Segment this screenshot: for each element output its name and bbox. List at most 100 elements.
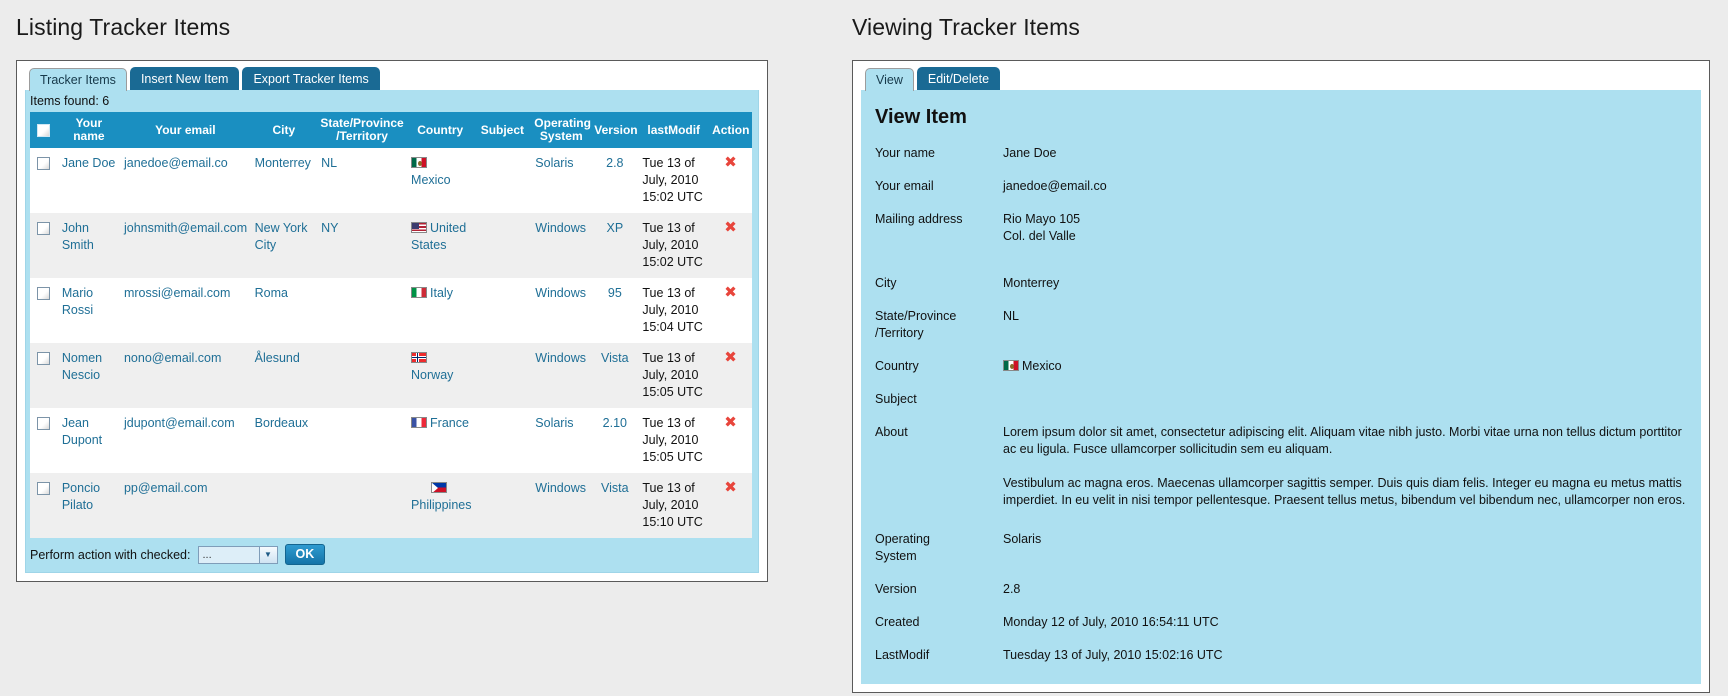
cell-state[interactable]: NL	[317, 148, 408, 213]
column-header-lastmodif[interactable]: lastModif	[638, 112, 710, 148]
cell-email[interactable]: pp@email.com	[119, 473, 251, 538]
ok-button[interactable]: OK	[284, 544, 326, 565]
cell-version[interactable]: XP	[591, 213, 639, 278]
cell-subject	[473, 408, 532, 473]
cell-action[interactable]: ✖	[709, 278, 752, 343]
delete-icon[interactable]: ✖	[724, 285, 737, 300]
row-checkbox[interactable]	[37, 482, 51, 496]
cell-name[interactable]: John Smith	[57, 213, 120, 278]
cell-operating-system[interactable]: Solaris	[531, 408, 592, 473]
cell-name[interactable]: Jane Doe	[57, 148, 120, 213]
column-header-name[interactable]: Your name	[57, 112, 120, 148]
cell-action[interactable]: ✖	[709, 213, 752, 278]
cell-operating-system[interactable]: Windows	[531, 278, 592, 343]
row-select-cell[interactable]	[30, 408, 58, 473]
viewing-tabs: View Edit/Delete	[861, 67, 1701, 91]
column-header-country[interactable]: Country	[407, 112, 474, 148]
table-row: Jean Dupont jdupont@email.com Bordeaux F…	[30, 408, 752, 473]
table-row: Nomen Nescio nono@email.com Ålesund Norw…	[30, 343, 752, 408]
tab-edit-delete[interactable]: Edit/Delete	[916, 67, 1001, 90]
cell-state	[317, 343, 408, 408]
cell-version[interactable]: Vista	[591, 473, 639, 538]
cell-email[interactable]: mrossi@email.com	[119, 278, 251, 343]
cell-country[interactable]: Norway	[407, 343, 474, 408]
select-all-header[interactable]	[30, 112, 58, 148]
tab-view[interactable]: View	[865, 68, 914, 91]
field-your-email-label: Your email	[875, 179, 934, 193]
column-header-state[interactable]: State/Province /Territory	[317, 112, 408, 148]
cell-name[interactable]: Poncio Pilato	[57, 473, 120, 538]
cell-version[interactable]: 95	[591, 278, 639, 343]
field-operating-system-label: Operating System	[875, 532, 930, 563]
row-select-cell[interactable]	[30, 148, 58, 213]
cell-version[interactable]: 2.10	[591, 408, 639, 473]
cell-action[interactable]: ✖	[709, 408, 752, 473]
cell-operating-system[interactable]: Solaris	[531, 148, 592, 213]
cell-name[interactable]: Mario Rossi	[57, 278, 120, 343]
cell-city[interactable]: New York City	[250, 213, 318, 278]
tab-export-tracker-items[interactable]: Export Tracker Items	[242, 67, 380, 90]
column-header-email[interactable]: Your email	[119, 112, 251, 148]
cell-country[interactable]: United States	[407, 213, 474, 278]
column-header-version[interactable]: Version	[591, 112, 639, 148]
tab-edit-delete-label: Edit/Delete	[927, 72, 990, 86]
cell-name[interactable]: Nomen Nescio	[57, 343, 120, 408]
field-mailing-address-line1: Rio Mayo 105	[1003, 212, 1081, 226]
field-lastmodif: LastModif Tuesday 13 of July, 2010 15:02…	[875, 647, 1687, 664]
cell-country[interactable]: Mexico	[407, 148, 474, 213]
table-row: Mario Rossi mrossi@email.com Roma Italy …	[30, 278, 752, 343]
flag-mexico-icon	[1003, 360, 1019, 371]
delete-icon[interactable]: ✖	[724, 480, 737, 495]
delete-icon[interactable]: ✖	[724, 415, 737, 430]
cell-city[interactable]: Monterrey	[250, 148, 318, 213]
cell-state[interactable]: NY	[317, 213, 408, 278]
row-checkbox[interactable]	[37, 352, 51, 366]
bulk-action-label: Perform action with checked:	[30, 547, 191, 562]
cell-name[interactable]: Jean Dupont	[57, 408, 120, 473]
cell-action[interactable]: ✖	[709, 343, 752, 408]
tab-insert-new-item[interactable]: Insert New Item	[129, 67, 240, 90]
row-select-cell[interactable]	[30, 343, 58, 408]
field-mailing-address: Mailing address Rio Mayo 105 Col. del Va…	[875, 211, 1687, 245]
field-your-email-value: janedoe@email.co	[1003, 179, 1107, 193]
field-operating-system: Operating System Solaris	[875, 531, 1687, 565]
select-all-checkbox[interactable]	[37, 123, 51, 137]
field-created-label: Created	[875, 615, 920, 629]
cell-action[interactable]: ✖	[709, 473, 752, 538]
row-checkbox[interactable]	[37, 157, 51, 171]
column-header-operating-system[interactable]: Operating System	[531, 112, 592, 148]
row-checkbox[interactable]	[37, 417, 51, 431]
delete-icon[interactable]: ✖	[724, 155, 737, 170]
cell-email[interactable]: johnsmith@email.com	[119, 213, 251, 278]
row-select-cell[interactable]	[30, 278, 58, 343]
delete-icon[interactable]: ✖	[724, 220, 737, 235]
cell-city[interactable]: Bordeaux	[250, 408, 318, 473]
row-checkbox[interactable]	[37, 222, 51, 236]
cell-action[interactable]: ✖	[709, 148, 752, 213]
cell-email[interactable]: nono@email.com	[119, 343, 251, 408]
row-select-cell[interactable]	[30, 213, 58, 278]
cell-operating-system[interactable]: Windows	[531, 473, 592, 538]
field-state: State/Province /Territory NL	[875, 308, 1687, 342]
cell-country[interactable]: Philippines	[407, 473, 474, 538]
row-select-cell[interactable]	[30, 473, 58, 538]
cell-country[interactable]: Italy	[407, 278, 474, 343]
cell-operating-system[interactable]: Windows	[531, 213, 592, 278]
cell-lastmodif: Tue 13 of July, 2010 15:05 UTC	[638, 343, 710, 408]
cell-email[interactable]: jdupont@email.com	[119, 408, 251, 473]
column-header-city[interactable]: City	[250, 112, 318, 148]
cell-version[interactable]: Vista	[591, 343, 639, 408]
row-checkbox[interactable]	[37, 287, 51, 301]
cell-city[interactable]: Ålesund	[250, 343, 318, 408]
bulk-action-select[interactable]: ... ▼	[197, 545, 278, 564]
cell-country[interactable]: France	[407, 408, 474, 473]
cell-city[interactable]: Roma	[250, 278, 318, 343]
tab-tracker-items[interactable]: Tracker Items	[29, 68, 127, 91]
viewing-box: View Edit/Delete View Item Your name Jan…	[852, 60, 1710, 693]
cell-version[interactable]: 2.8	[591, 148, 639, 213]
cell-email[interactable]: janedoe@email.co	[119, 148, 251, 213]
cell-operating-system[interactable]: Windows	[531, 343, 592, 408]
field-country-value: Mexico	[1003, 358, 1687, 375]
column-header-subject[interactable]: Subject	[473, 112, 532, 148]
delete-icon[interactable]: ✖	[724, 350, 737, 365]
